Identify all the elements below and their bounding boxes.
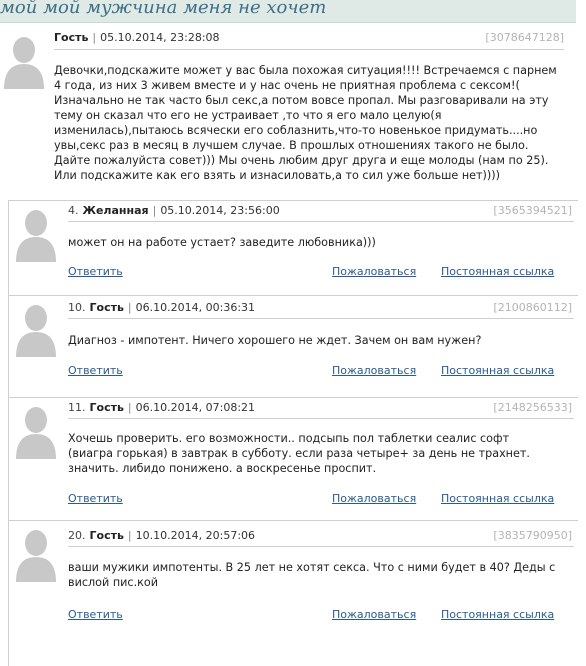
post-id: [3078647128] (485, 31, 564, 44)
reply-post: 4. Желанная | 05.10.2014, 23:56:00 [3565394… (8, 200, 586, 295)
reply-id: [2148256533] (493, 401, 572, 414)
reply-date: 10.10.2014, 20:57:06 (135, 529, 256, 542)
reply-text: ваши мужики импотенты. В 25 лет не хотят… (68, 561, 556, 589)
reply-id: [2100860112] (493, 301, 572, 314)
report-link[interactable]: Пожаловаться (332, 608, 416, 621)
meta-separator: | (152, 204, 157, 217)
reply-number: 20. (68, 529, 86, 542)
reply-text: Диагноз - импотент. Ничего хорошего не ж… (68, 334, 482, 347)
reply-id: [3835790950] (493, 529, 572, 542)
reply-date: 05.10.2014, 23:56:00 (160, 204, 280, 217)
permalink-link[interactable]: Постоянная ссылка (441, 492, 554, 505)
permalink-link[interactable]: Постоянная ссылка (441, 364, 554, 377)
reply-post: 11. Гость | 06.10.2014, 07:08:21 [214825653… (8, 397, 586, 520)
reply-author: Гость (89, 401, 124, 414)
reply-id: [3565394521] (493, 204, 572, 217)
permalink-link[interactable]: Постоянная ссылка (441, 265, 554, 278)
post-author: Гость (54, 31, 89, 44)
meta-separator: | (127, 401, 132, 414)
reply-text: может он на работе устает? заведите любо… (68, 236, 376, 249)
reply-number: 11. (68, 401, 86, 414)
reply-link[interactable]: Ответить (68, 364, 123, 377)
reply-link[interactable]: Ответить (68, 492, 123, 505)
reply-top-border (8, 397, 578, 398)
meta-separator: | (92, 31, 97, 44)
reply-post: 20. Гость | 10.10.2014, 20:57:06 [383579095… (8, 520, 586, 666)
reply-divider (68, 318, 574, 319)
reply-author: Гость (89, 301, 124, 314)
avatar-silhouette-icon (4, 37, 44, 89)
reply-meta: 10. Гость | 06.10.2014, 00:36:31 (68, 301, 255, 314)
reply-post: 10. Гость | 06.10.2014, 00:36:31 [210086011… (8, 295, 586, 397)
post-date: 05.10.2014, 23:28:08 (100, 31, 220, 44)
report-link[interactable]: Пожаловаться (332, 364, 416, 377)
main-post: Гость | 05.10.2014, 23:28:08 [3078647128] … (0, 22, 586, 200)
report-link[interactable]: Пожаловаться (332, 492, 416, 505)
post-divider (54, 49, 564, 50)
meta-separator: | (127, 529, 132, 542)
permalink-link[interactable]: Постоянная ссылка (441, 608, 554, 621)
reply-top-border (8, 520, 578, 521)
avatar-silhouette-icon (16, 407, 56, 459)
reply-top-border (8, 295, 578, 296)
reply-date: 06.10.2014, 07:08:21 (135, 401, 256, 414)
reply-divider (68, 546, 574, 547)
reply-meta: 20. Гость | 10.10.2014, 20:57:06 (68, 529, 255, 542)
reply-divider (68, 418, 574, 419)
avatar-silhouette-icon (16, 210, 56, 262)
post-text: Девочки,подскажите может у вас была похо… (54, 64, 557, 182)
reply-meta: 4. Желанная | 05.10.2014, 23:56:00 (68, 204, 280, 217)
reply-author: Гость (89, 529, 124, 542)
reply-link[interactable]: Ответить (68, 265, 123, 278)
reply-divider (68, 221, 574, 222)
reply-text: Хочешь проверить. его возможности.. подс… (68, 432, 530, 475)
page-title: мой мой мужчина меня не хочет (0, 0, 327, 18)
meta-separator: | (127, 301, 132, 314)
avatar-silhouette-icon (16, 530, 56, 582)
reply-author: Желанная (82, 204, 149, 217)
reply-number: 10. (68, 301, 86, 314)
reply-top-border (8, 200, 578, 201)
page-title-bar: мой мой мужчина меня не хочет (0, 0, 576, 23)
post-meta: Гость | 05.10.2014, 23:28:08 (54, 31, 220, 44)
reply-link[interactable]: Ответить (68, 608, 123, 621)
report-link[interactable]: Пожаловаться (332, 265, 416, 278)
reply-meta: 11. Гость | 06.10.2014, 07:08:21 (68, 401, 255, 414)
reply-date: 06.10.2014, 00:36:31 (135, 301, 256, 314)
avatar-silhouette-icon (16, 305, 56, 357)
reply-number: 4. (68, 204, 79, 217)
